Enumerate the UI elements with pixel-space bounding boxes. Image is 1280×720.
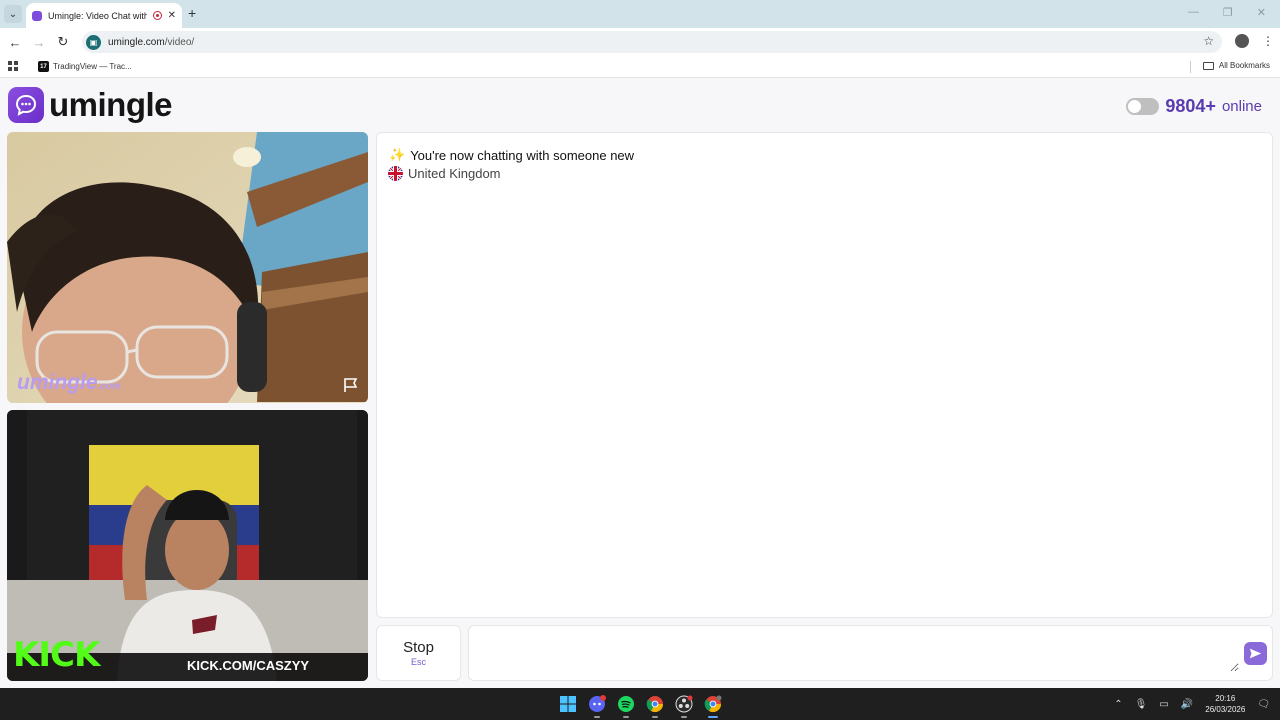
kick-logo: KICK	[13, 635, 100, 675]
apps-grid-icon[interactable]	[8, 61, 18, 71]
minimize-icon[interactable]: —	[1188, 6, 1199, 19]
tab-title: Umingle: Video Chat with S	[48, 10, 147, 21]
spotify-running-indicator	[623, 716, 629, 718]
chat-log: ✨ You're now chatting with someone new U…	[376, 132, 1273, 618]
online-counter: 9804+ online	[1126, 96, 1262, 117]
stop-label: Stop	[403, 639, 434, 656]
bookmarks-divider	[1190, 61, 1191, 73]
umingle-favicon-icon	[32, 10, 42, 21]
chrome-icon[interactable]	[645, 694, 665, 718]
forward-arrow-icon[interactable]: →	[27, 35, 51, 50]
os-taskbar: ⌃ 🎙 ▭ 🔊 20:16 26/03/2026 🗨	[0, 688, 1280, 720]
close-tab-icon[interactable]: ✕	[168, 10, 176, 21]
close-window-icon[interactable]: ✕	[1257, 6, 1266, 19]
recording-indicator-icon	[152, 11, 162, 20]
clock[interactable]: 20:16 26/03/2026	[1205, 693, 1245, 715]
country-text: United Kingdom	[408, 166, 501, 181]
bookmark-star-icon[interactable]: ☆	[1203, 34, 1214, 48]
discord-running-indicator	[594, 716, 600, 718]
spotify-icon[interactable]	[616, 694, 636, 718]
obs-icon[interactable]	[674, 694, 694, 718]
sparkles-icon: ✨	[389, 147, 406, 162]
restore-icon[interactable]: ❐	[1223, 6, 1233, 19]
chat-bubble-logo-icon	[8, 87, 44, 123]
taskbar-apps	[558, 694, 723, 718]
system-message-text: You're now chatting with someone new	[410, 147, 635, 163]
address-bar[interactable]: ▣ umingle.com/video/ ☆	[82, 31, 1222, 53]
browser-tab-strip: ⌄ Umingle: Video Chat with S ✕ + — ❐ ✕	[0, 0, 1280, 28]
logo-wordmark: umingle	[49, 86, 173, 123]
self-video: KICK KICK.COM/CASZYY	[7, 410, 368, 681]
stop-button[interactable]: Stop Esc	[376, 625, 461, 681]
stop-shortcut-hint: Esc	[410, 657, 426, 667]
bookmark-tradingview[interactable]: 17 TradingView — Trac...	[38, 61, 132, 72]
stranger-video-frame	[7, 132, 368, 403]
windows-start-icon[interactable]	[558, 694, 578, 714]
uk-flag-icon	[388, 166, 403, 181]
chrome-active-indicator	[708, 716, 718, 718]
tab-search-button[interactable]: ⌄	[4, 5, 22, 23]
system-message: ✨ You're now chatting with someone new	[389, 147, 634, 163]
active-tab[interactable]: Umingle: Video Chat with S ✕	[26, 3, 182, 28]
online-label: online	[1221, 98, 1262, 115]
discord-icon[interactable]	[587, 694, 607, 718]
obs-running-indicator	[681, 716, 687, 718]
browser-menu-icon[interactable]: ⋮	[1262, 34, 1274, 48]
stranger-country: United Kingdom	[388, 166, 501, 181]
browser-toolbar: ← → ↻ ▣ umingle.com/video/ ☆ ⋮	[0, 28, 1280, 56]
umingle-watermark: umingle.com	[17, 371, 121, 394]
message-composer	[468, 625, 1273, 681]
chrome-profile-icon[interactable]	[703, 694, 723, 718]
all-bookmarks-label: All Bookmarks	[1218, 61, 1270, 70]
network-icon[interactable]: ▭	[1159, 699, 1168, 710]
theme-toggle[interactable]	[1126, 98, 1160, 115]
send-icon	[1249, 648, 1262, 659]
all-bookmarks-button[interactable]: All Bookmarks	[1202, 61, 1270, 70]
kick-url: KICK.COM/CASZYY	[187, 658, 310, 673]
chrome-running-indicator	[652, 716, 658, 718]
back-arrow-icon[interactable]: ←	[3, 35, 27, 50]
volume-icon[interactable]: 🔊	[1181, 699, 1193, 710]
bookmark-label: TradingView — Trac...	[53, 62, 132, 71]
message-input[interactable]	[479, 634, 1239, 672]
microphone-icon[interactable]: 🎙	[1135, 699, 1148, 710]
system-tray: ⌃ 🎙 ▭ 🔊 20:16 26/03/2026 🗨	[1114, 688, 1280, 720]
site-info-icon[interactable]: ▣	[86, 34, 101, 50]
site-logo[interactable]: umingle	[8, 86, 173, 124]
tradingview-icon: 17	[38, 61, 49, 72]
notifications-icon[interactable]: 🗨	[1257, 699, 1270, 710]
report-flag-icon[interactable]	[342, 377, 360, 393]
bookmarks-bar: 17 TradingView — Trac... All Bookmarks	[0, 56, 1280, 78]
chevron-up-icon[interactable]: ⌃	[1114, 699, 1122, 710]
reload-icon[interactable]: ↻	[51, 34, 75, 50]
folder-icon	[1202, 61, 1214, 70]
online-count: 9804+	[1165, 96, 1216, 116]
clock-date: 26/03/2026	[1205, 705, 1246, 714]
clock-time: 20:16	[1215, 694, 1236, 703]
stranger-video: umingle.com	[7, 132, 368, 403]
url-text[interactable]: umingle.com/video/	[108, 37, 194, 48]
new-tab-button[interactable]: +	[188, 5, 196, 21]
window-controls: — ❐ ✕	[1188, 6, 1266, 19]
send-button[interactable]	[1244, 642, 1267, 665]
profile-avatar[interactable]	[1235, 34, 1249, 48]
